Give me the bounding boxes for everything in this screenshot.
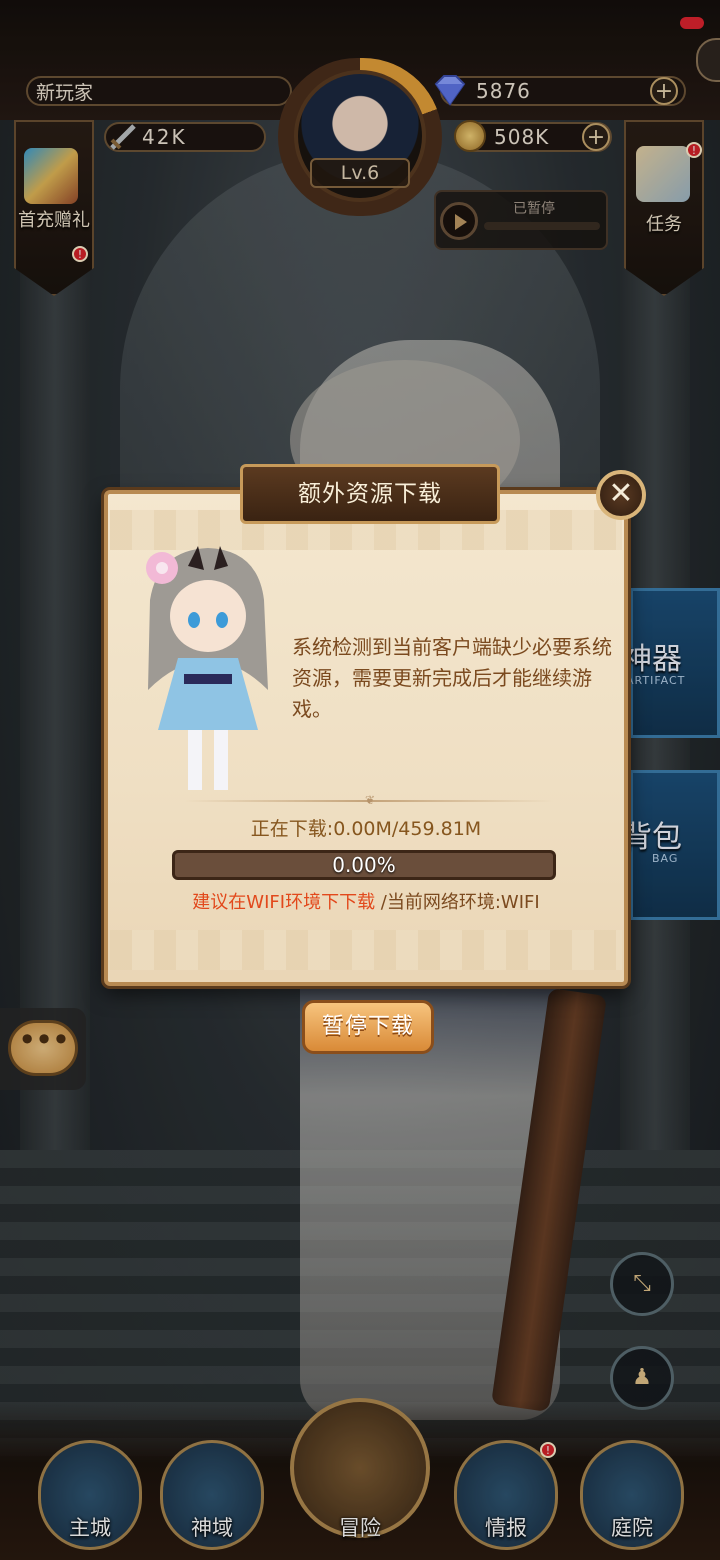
divider-ornament-icon: ❦ bbox=[364, 793, 376, 807]
dialog-message: 系统检测到当前客户端缺少必要系统资源，需要更新完成后才能继续游戏。 bbox=[292, 635, 612, 721]
dialog-title: 额外资源下载 bbox=[240, 464, 500, 524]
dialog-pattern-bottom bbox=[110, 930, 622, 970]
pause-download-button[interactable]: 暂停下载 bbox=[302, 1000, 434, 1054]
chibi-character-illustration bbox=[146, 546, 268, 790]
close-button[interactable]: ✕ bbox=[596, 470, 646, 520]
download-progress-text: 0.00% bbox=[332, 853, 396, 877]
network-hint: 建议在WIFI环境下下载 /当前网络环境:WIFI bbox=[104, 888, 628, 914]
current-network: /当前网络环境:WIFI bbox=[375, 892, 540, 913]
wifi-warning: 建议在WIFI环境下下载 bbox=[192, 892, 376, 913]
download-status: 正在下载:0.00M/459.81M bbox=[250, 818, 482, 840]
